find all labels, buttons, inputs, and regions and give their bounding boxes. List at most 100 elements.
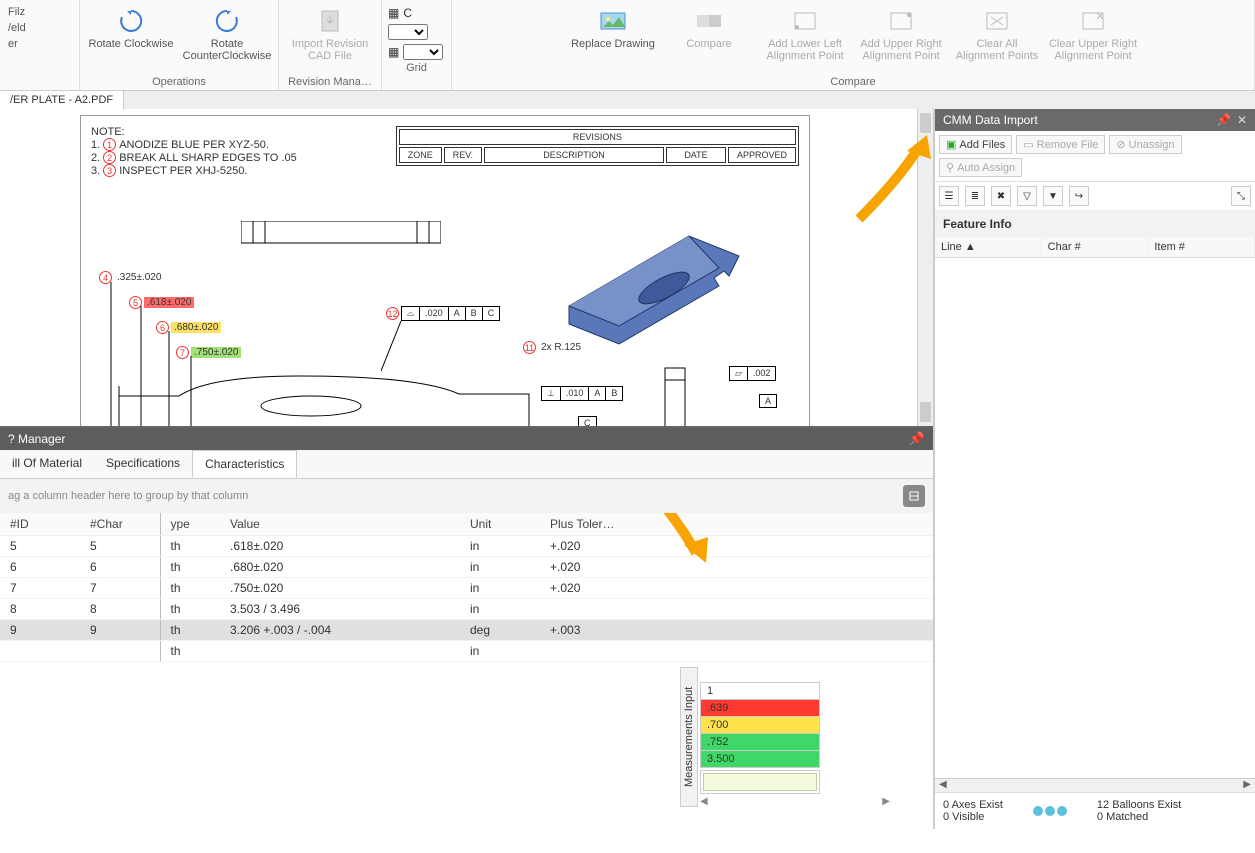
rev-col: DESCRIPTION	[484, 147, 664, 163]
note-line: ANODIZE BLUE PER XYZ-50.	[119, 139, 269, 151]
measurement-cell[interactable]: .639	[701, 700, 820, 717]
auto-assign-button: ⚲Auto Assign	[939, 158, 1022, 177]
measurements-panel: Measurements Input 1.639.700.7523.500 ◀▶	[700, 682, 900, 807]
grid-select-2[interactable]	[403, 44, 443, 60]
measurements-table[interactable]: 1.639.700.7523.500	[700, 682, 820, 768]
table-row[interactable]: 55th.618±.020in+.020	[0, 535, 933, 556]
rev-col: REV.	[444, 147, 482, 163]
group-hint-bar[interactable]: ag a column header here to group by that…	[0, 479, 933, 513]
tab-characteristics[interactable]: Characteristics	[192, 450, 297, 478]
col-charno[interactable]: Char #	[1042, 237, 1149, 257]
hscroll[interactable]: ◀▶	[935, 778, 1255, 792]
table-row[interactable]: 88th3.503 / 3.496in	[0, 598, 933, 619]
balloon-2[interactable]: 2	[103, 151, 116, 164]
side-item[interactable]: /eld	[4, 20, 75, 36]
balloon-11[interactable]: 11	[523, 341, 536, 354]
add-files-button[interactable]: ▣Add Files	[939, 135, 1012, 154]
group-label: Operations	[86, 76, 272, 88]
col-value[interactable]: Value	[220, 513, 460, 536]
group-compare: Replace Drawing Compare Add Lower Left A…	[452, 0, 1255, 90]
measurement-cell[interactable]: .752	[701, 734, 820, 751]
cmm-title: CMM Data Import	[943, 113, 1038, 127]
col-itemno[interactable]: Item #	[1148, 237, 1255, 257]
import-icon	[315, 6, 345, 36]
close-icon[interactable]: ✕	[1237, 113, 1247, 127]
balloon-1[interactable]: 1	[103, 138, 116, 151]
table-row[interactable]: 77th.750±.020in+.020	[0, 577, 933, 598]
cmm-panel: CMM Data Import 📌 ✕ ▣Add Files ▭Remove Fi…	[935, 109, 1255, 829]
manager-header: ? Manager 📌	[0, 428, 933, 450]
rotate-cw-button[interactable]: Rotate Clockwise	[86, 2, 176, 74]
remove-icon[interactable]: ✖	[991, 186, 1011, 206]
rev-col: APPROVED	[728, 147, 796, 163]
side-item[interactable]: Filz	[4, 4, 75, 20]
grid-icon: ▦	[388, 6, 399, 20]
pin-icon[interactable]: 📌	[909, 431, 925, 447]
table-row[interactable]: 66th.680±.020in+.020	[0, 556, 933, 577]
fcf-flatness[interactable]: ▱.002	[729, 366, 776, 381]
cmm-header: CMM Data Import 📌 ✕	[935, 109, 1255, 131]
revisions-table: REVISIONS ZONE REV. DESCRIPTION DATE APP…	[396, 126, 799, 166]
flatness-icon: ▱	[730, 367, 748, 380]
col-line[interactable]: Line ▲	[935, 237, 1042, 257]
add-upper-right-button: Add Upper Right Alignment Point	[856, 2, 946, 74]
filter2-icon[interactable]: ▼	[1043, 186, 1063, 206]
unassign-button: ⊘Unassign	[1109, 135, 1181, 154]
minus-icon: ▭	[1023, 138, 1033, 151]
clear-upper-right-button: Clear Upper Right Alignment Point	[1048, 2, 1138, 74]
grid-select-1[interactable]	[388, 24, 428, 40]
note-title: NOTE:	[91, 126, 297, 138]
rotate-ccw-button[interactable]: Rotate CounterClockwise	[182, 2, 272, 74]
group-label: Grid	[388, 62, 445, 74]
fcf-perp-010[interactable]: ⊥.010AB	[541, 386, 623, 401]
rotate-cw-icon	[116, 6, 146, 36]
toggle-icon[interactable]	[903, 485, 925, 507]
measurement-cell[interactable]: 1	[701, 683, 820, 700]
measurements-input-label[interactable]: Measurements Input	[680, 667, 698, 807]
ribbon-side-group: Filz /eld er	[0, 0, 80, 90]
balloon-3[interactable]: 3	[103, 164, 116, 177]
datum-a[interactable]: A	[759, 394, 777, 408]
feature-list[interactable]	[935, 258, 1255, 778]
collapse-icon[interactable]: ⤡	[1231, 186, 1251, 206]
tree-icon[interactable]: ☰	[939, 186, 959, 206]
table-row[interactable]: thin	[0, 640, 933, 661]
filter-icon[interactable]: ▽	[1017, 186, 1037, 206]
status-matched: 0 Matched	[1097, 811, 1181, 823]
status-strip: 0 Axes Exist 0 Visible 12 Balloons Exist…	[935, 792, 1255, 829]
annotation-arrow-cmm	[849, 129, 933, 229]
document-tab[interactable]: /ER PLATE - A2.PDF	[0, 91, 124, 109]
manager-title: ? Manager	[8, 432, 65, 446]
side-item[interactable]: er	[4, 36, 75, 52]
datum-c[interactable]: C	[578, 416, 597, 428]
scroll-right-icon[interactable]: ▶	[882, 796, 890, 807]
import-revision-button: Import Revision CAD File	[285, 2, 375, 74]
replace-drawing-button[interactable]: Replace Drawing	[568, 2, 658, 74]
measurements-entry[interactable]	[703, 773, 817, 791]
note-line: INSPECT PER XHJ-5250.	[119, 165, 247, 177]
unlink-icon: ⊘	[1116, 138, 1125, 151]
col-plus[interactable]: Plus Toler…	[540, 513, 933, 536]
table-row[interactable]: 99th3.206 +.003 / -.004deg+.003	[0, 619, 933, 640]
clear-ur-icon	[1078, 6, 1108, 36]
tab-specs[interactable]: Specifications	[94, 450, 192, 478]
characteristics-table[interactable]: #ID #Char ype Value Unit Plus Toler… 55t…	[0, 513, 933, 662]
col-unit[interactable]: Unit	[460, 513, 540, 536]
align-ll-icon	[790, 6, 820, 36]
measurement-cell[interactable]: .700	[701, 717, 820, 734]
notes-block: NOTE: 1.1ANODIZE BLUE PER XYZ-50. 2.2BRE…	[91, 126, 297, 177]
cmm-icon-row: ☰ ≣ ✖ ▽ ▼ ↪ ⤡	[935, 182, 1255, 211]
col-char[interactable]: #Char	[80, 513, 160, 536]
col-type[interactable]: ype	[160, 513, 220, 536]
group-operations: Rotate Clockwise Rotate CounterClockwise…	[80, 0, 279, 90]
export-icon[interactable]: ↪	[1069, 186, 1089, 206]
remove-file-button: ▭Remove File	[1016, 135, 1105, 154]
tab-bom[interactable]: ill Of Material	[0, 450, 94, 478]
scroll-left-icon[interactable]: ◀	[700, 796, 708, 807]
feature-columns: Line ▲ Char # Item #	[935, 237, 1255, 258]
drawing-canvas[interactable]: NOTE: 1.1ANODIZE BLUE PER XYZ-50. 2.2BRE…	[0, 109, 933, 428]
col-id[interactable]: #ID	[0, 513, 80, 536]
pin-icon[interactable]: 📌	[1216, 113, 1231, 127]
list-icon[interactable]: ≣	[965, 186, 985, 206]
measurement-cell[interactable]: 3.500	[701, 751, 820, 768]
